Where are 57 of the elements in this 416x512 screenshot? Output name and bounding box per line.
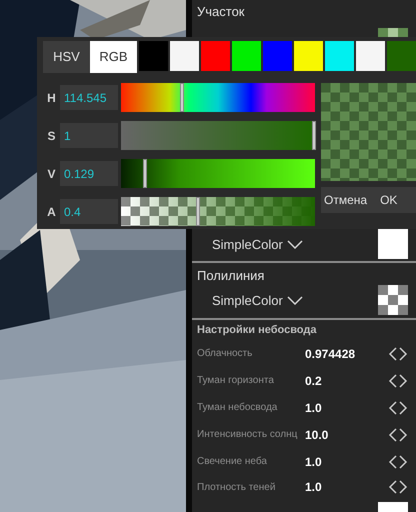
- chevron-down-icon: [286, 296, 303, 305]
- channel-input[interactable]: 114.545: [60, 85, 118, 110]
- channel-label: S: [46, 128, 56, 144]
- channel-input[interactable]: 0.129: [60, 161, 118, 186]
- section-title: Полилиния: [197, 266, 264, 285]
- stepper-arrows-icon[interactable]: [388, 400, 408, 415]
- setting-value[interactable]: 1.0: [305, 478, 322, 496]
- color-slider-track[interactable]: [121, 159, 315, 188]
- color-swatch[interactable]: [378, 285, 408, 316]
- type-dropdown[interactable]: SimpleColor: [212, 234, 303, 254]
- slider-handle[interactable]: [196, 197, 200, 226]
- mode-tab[interactable]: RGB: [90, 41, 137, 73]
- setting-label: Облачность: [197, 347, 254, 362]
- color-swatch[interactable]: [378, 502, 408, 512]
- color-slider-track[interactable]: [121, 83, 315, 112]
- setting-value[interactable]: 10.0: [305, 426, 328, 444]
- setting-value[interactable]: 1.0: [305, 398, 322, 417]
- preset-swatch[interactable]: [325, 41, 354, 71]
- color-slider-track[interactable]: [121, 121, 315, 150]
- color-swatch[interactable]: [378, 229, 408, 260]
- preset-swatch[interactable]: [294, 41, 323, 71]
- cancel-button[interactable]: Отмена: [321, 187, 370, 213]
- color-slider-track[interactable]: [121, 197, 315, 226]
- setting-label: Туман горизонта: [197, 374, 275, 388]
- preset-swatch[interactable]: [387, 41, 416, 71]
- preset-swatch[interactable]: [232, 41, 261, 71]
- preset-swatch[interactable]: [356, 41, 385, 71]
- channel-label: H: [46, 90, 57, 106]
- stepper-arrows-icon[interactable]: [388, 480, 408, 494]
- preset-swatch[interactable]: [170, 41, 199, 71]
- stepper-arrows-icon[interactable]: [388, 374, 408, 388]
- stepper-arrows-icon[interactable]: [388, 346, 408, 361]
- setting-label: Интенсивность солнц: [197, 428, 298, 442]
- setting-value[interactable]: 0.974428: [305, 344, 356, 363]
- stepper-arrows-icon[interactable]: [388, 454, 408, 469]
- ok-button[interactable]: OK: [370, 187, 408, 213]
- slider-handle[interactable]: [312, 121, 316, 150]
- channel-label: A: [46, 204, 57, 220]
- setting-label: Туман небосвода: [197, 401, 278, 416]
- chevron-down-icon: [286, 240, 303, 249]
- setting-label: Плотность теней: [197, 480, 276, 495]
- type-dropdown[interactable]: SimpleColor: [212, 290, 303, 310]
- preset-swatch[interactable]: [201, 41, 230, 71]
- preset-swatch[interactable]: [139, 41, 168, 71]
- section-title: Участок: [197, 3, 244, 22]
- channel-label: V: [46, 166, 56, 182]
- setting-label: Свечение неба: [197, 455, 268, 470]
- slider-handle[interactable]: [143, 159, 148, 188]
- preset-swatch[interactable]: [263, 41, 292, 71]
- setting-value[interactable]: 1.0: [305, 452, 322, 471]
- slider-handle[interactable]: [180, 83, 184, 112]
- stepper-arrows-icon[interactable]: [388, 428, 408, 442]
- mode-tab[interactable]: HSV: [43, 41, 90, 73]
- setting-value[interactable]: 0.2: [305, 372, 322, 390]
- channel-input[interactable]: 1: [60, 123, 118, 148]
- channel-input[interactable]: 0.4: [60, 199, 118, 224]
- section-heading: Настройки небосвода: [197, 323, 316, 338]
